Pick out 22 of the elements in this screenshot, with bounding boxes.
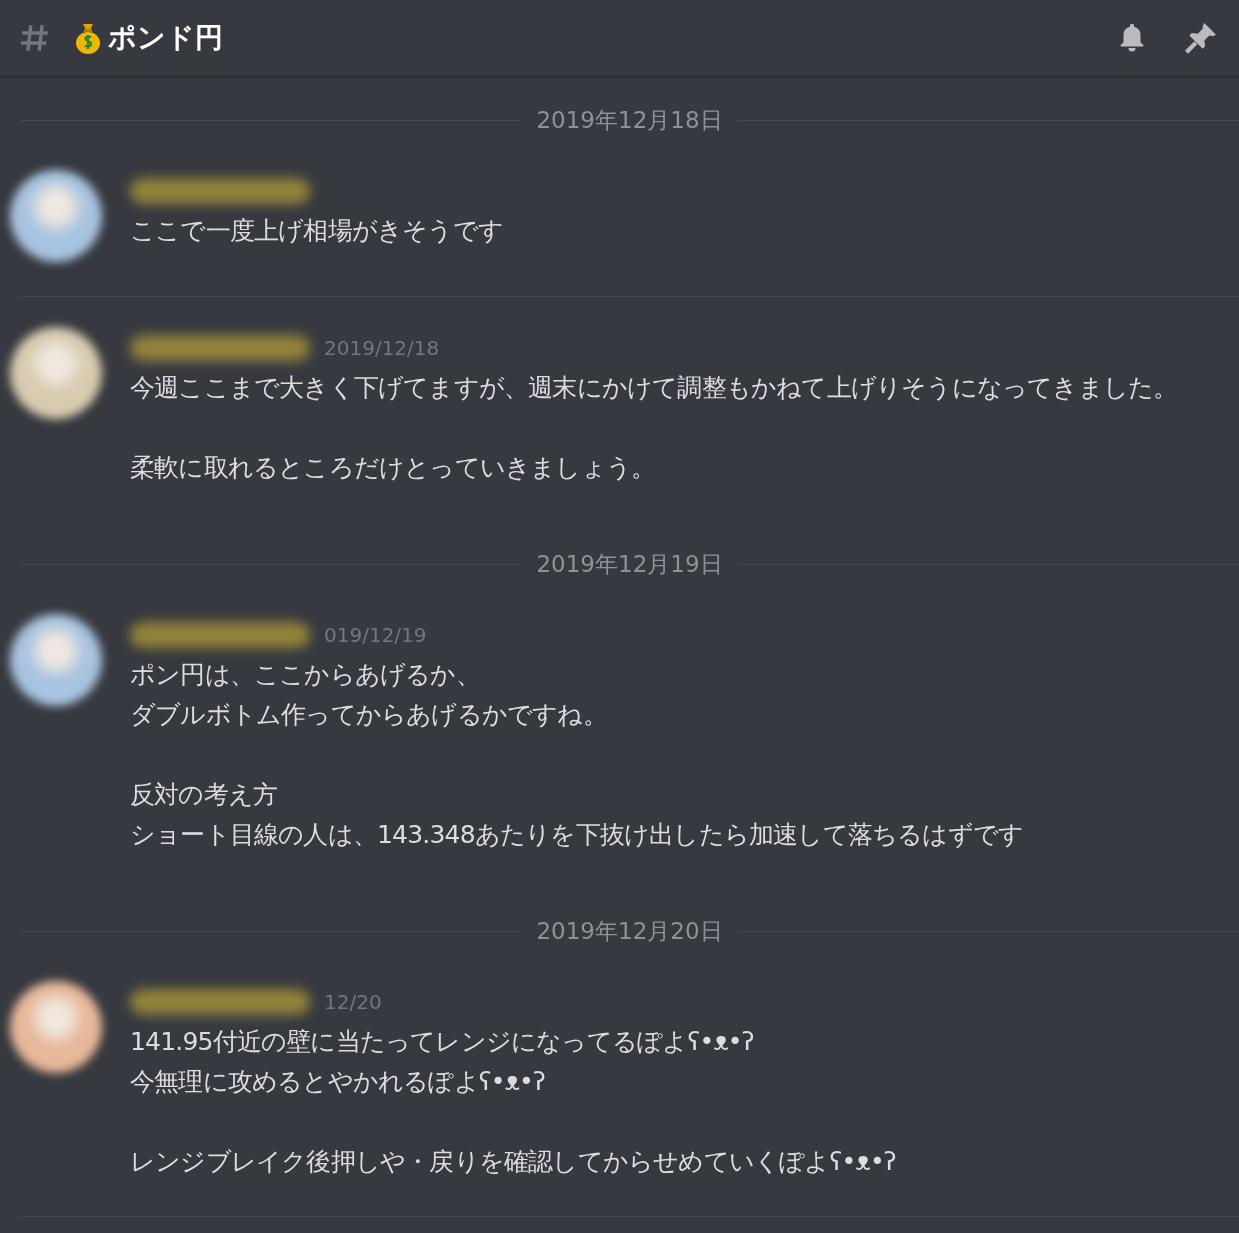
- date-separator: 2019年12月18日: [535, 105, 724, 135]
- message-text: ダブルボトム作ってからあげるかですね。: [130, 699, 608, 731]
- message-text: 柔軟に取れるところだけとっていきましょう。: [130, 452, 657, 484]
- message-text: 反対の考え方: [130, 779, 279, 811]
- message-text: ポン円は、ここからあげるか、: [130, 659, 481, 691]
- message-text: 今週ここまで大きく下げてますが、週末にかけて調整もかねて上げりそうになってきました。: [130, 372, 1179, 404]
- timestamp: 019/12/19: [324, 623, 427, 647]
- money-bag-icon: [74, 22, 102, 54]
- timestamp: 2019/12/18: [324, 336, 440, 360]
- channel-title: ポンド円: [108, 20, 223, 56]
- avatar[interactable]: [10, 170, 102, 262]
- date-separator: 2019年12月20日: [535, 916, 724, 946]
- avatar[interactable]: [10, 981, 102, 1073]
- message-text: ここで一度上げ相場がきそうです: [130, 215, 504, 247]
- message-text: 141.95付近の壁に当たってレンジになってるぽよʕ•ᴥ•ʔ: [130, 1026, 755, 1058]
- avatar[interactable]: [10, 327, 102, 419]
- message-text: 今無理に攻めるとやかれるぽよʕ•ᴥ•ʔ: [130, 1066, 546, 1098]
- avatar[interactable]: [10, 614, 102, 706]
- date-separator: 2019年12月19日: [535, 549, 724, 579]
- message-text: ショート目線の人は、143.348あたりを下抜け出したら加速して落ちるはずです: [130, 819, 1025, 851]
- timestamp: 12/20: [324, 990, 382, 1014]
- message-text: レンジブレイク後押しや・戻りを確認してからせめていくぽよʕ•ᴥ•ʔ: [130, 1146, 897, 1178]
